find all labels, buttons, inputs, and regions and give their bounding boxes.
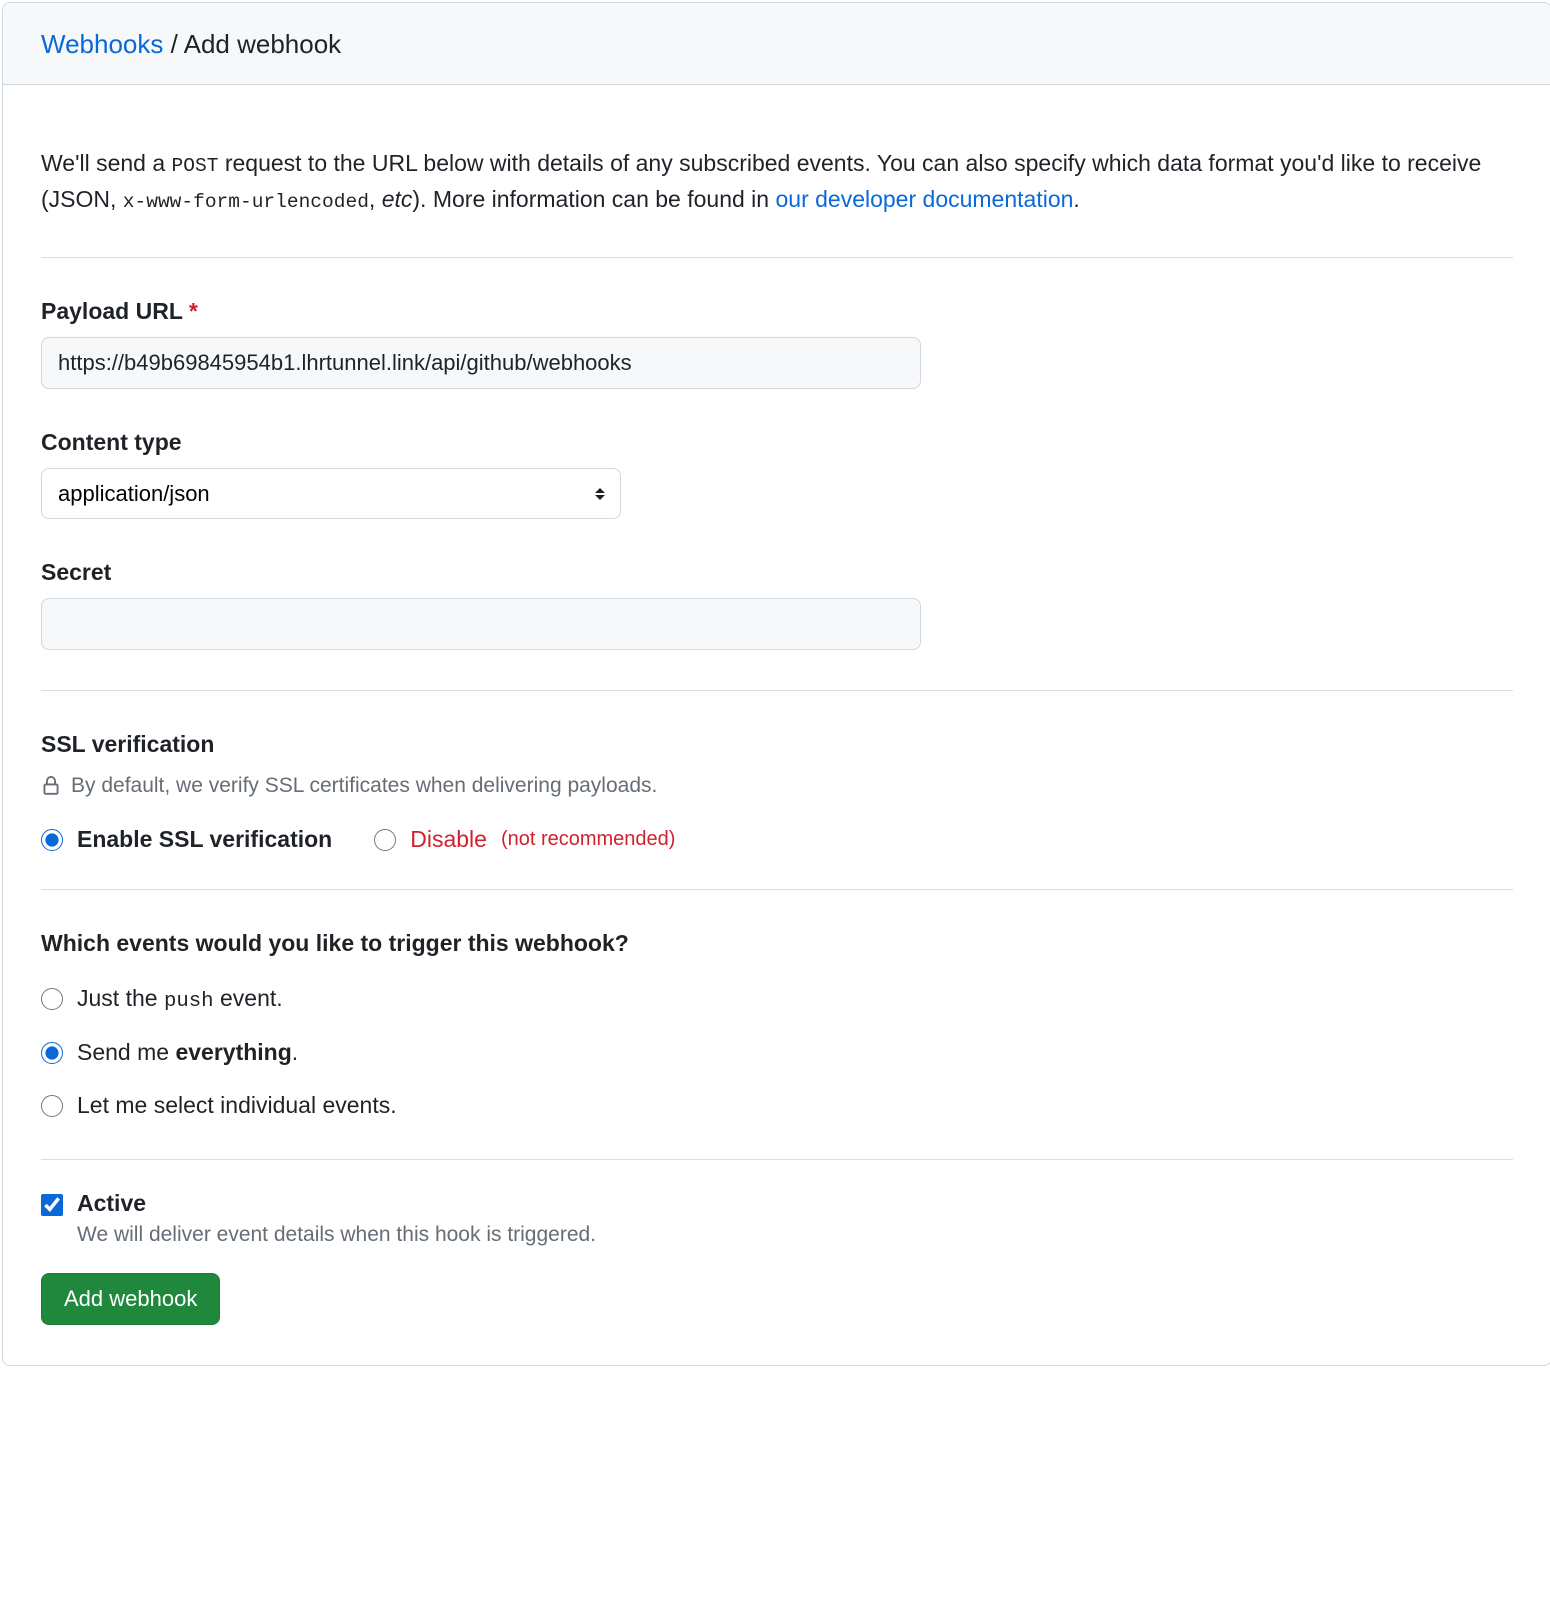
lock-icon — [41, 775, 61, 797]
secret-label: Secret — [41, 559, 1513, 586]
active-group: Active We will deliver event details whe… — [41, 1190, 1513, 1247]
panel-header: Webhooks / Add webhook — [3, 3, 1550, 85]
intro-text: We'll send a POST request to the URL bel… — [41, 146, 1513, 217]
events-individual-option[interactable]: Let me select individual events. — [41, 1092, 1513, 1119]
active-description: We will deliver event details when this … — [77, 1223, 596, 1247]
payload-url-label: Payload URL * — [41, 298, 1513, 325]
content-type-label: Content type — [41, 429, 1513, 456]
ssl-enable-option[interactable]: Enable SSL verification — [41, 826, 332, 853]
breadcrumb-separator: / — [171, 29, 184, 59]
events-group: Which events would you like to trigger t… — [41, 930, 1513, 1119]
ssl-heading: SSL verification — [41, 731, 1513, 758]
divider — [41, 690, 1513, 691]
add-webhook-panel: Webhooks / Add webhook We'll send a POST… — [2, 2, 1550, 1366]
panel-body: We'll send a POST request to the URL bel… — [3, 85, 1550, 1365]
secret-group: Secret — [41, 559, 1513, 650]
divider — [41, 257, 1513, 258]
ssl-verification-group: SSL verification By default, we verify S… — [41, 731, 1513, 853]
events-push-option[interactable]: Just the push event. — [41, 985, 1513, 1013]
developer-docs-link[interactable]: our developer documentation — [775, 186, 1073, 212]
ssl-note: By default, we verify SSL certificates w… — [41, 774, 1513, 798]
content-type-group: Content type application/json — [41, 429, 1513, 519]
content-type-select[interactable]: application/json — [41, 468, 621, 519]
active-label: Active — [77, 1190, 596, 1217]
breadcrumb-current: Add webhook — [184, 29, 342, 59]
payload-url-input[interactable] — [41, 337, 921, 389]
events-everything-option[interactable]: Send me everything. — [41, 1039, 1513, 1066]
payload-url-group: Payload URL * — [41, 298, 1513, 389]
ssl-enable-radio[interactable] — [41, 829, 63, 851]
secret-input[interactable] — [41, 598, 921, 650]
events-individual-radio[interactable] — [41, 1095, 63, 1117]
events-heading: Which events would you like to trigger t… — [41, 930, 1513, 957]
required-asterisk: * — [189, 298, 198, 324]
add-webhook-button[interactable]: Add webhook — [41, 1273, 220, 1325]
events-push-radio[interactable] — [41, 988, 63, 1010]
active-checkbox[interactable] — [41, 1194, 63, 1216]
divider — [41, 1159, 1513, 1160]
divider — [41, 889, 1513, 890]
breadcrumb-webhooks-link[interactable]: Webhooks — [41, 29, 163, 59]
events-everything-radio[interactable] — [41, 1042, 63, 1064]
ssl-disable-radio[interactable] — [374, 829, 396, 851]
ssl-disable-option[interactable]: Disable (not recommended) — [374, 826, 675, 853]
